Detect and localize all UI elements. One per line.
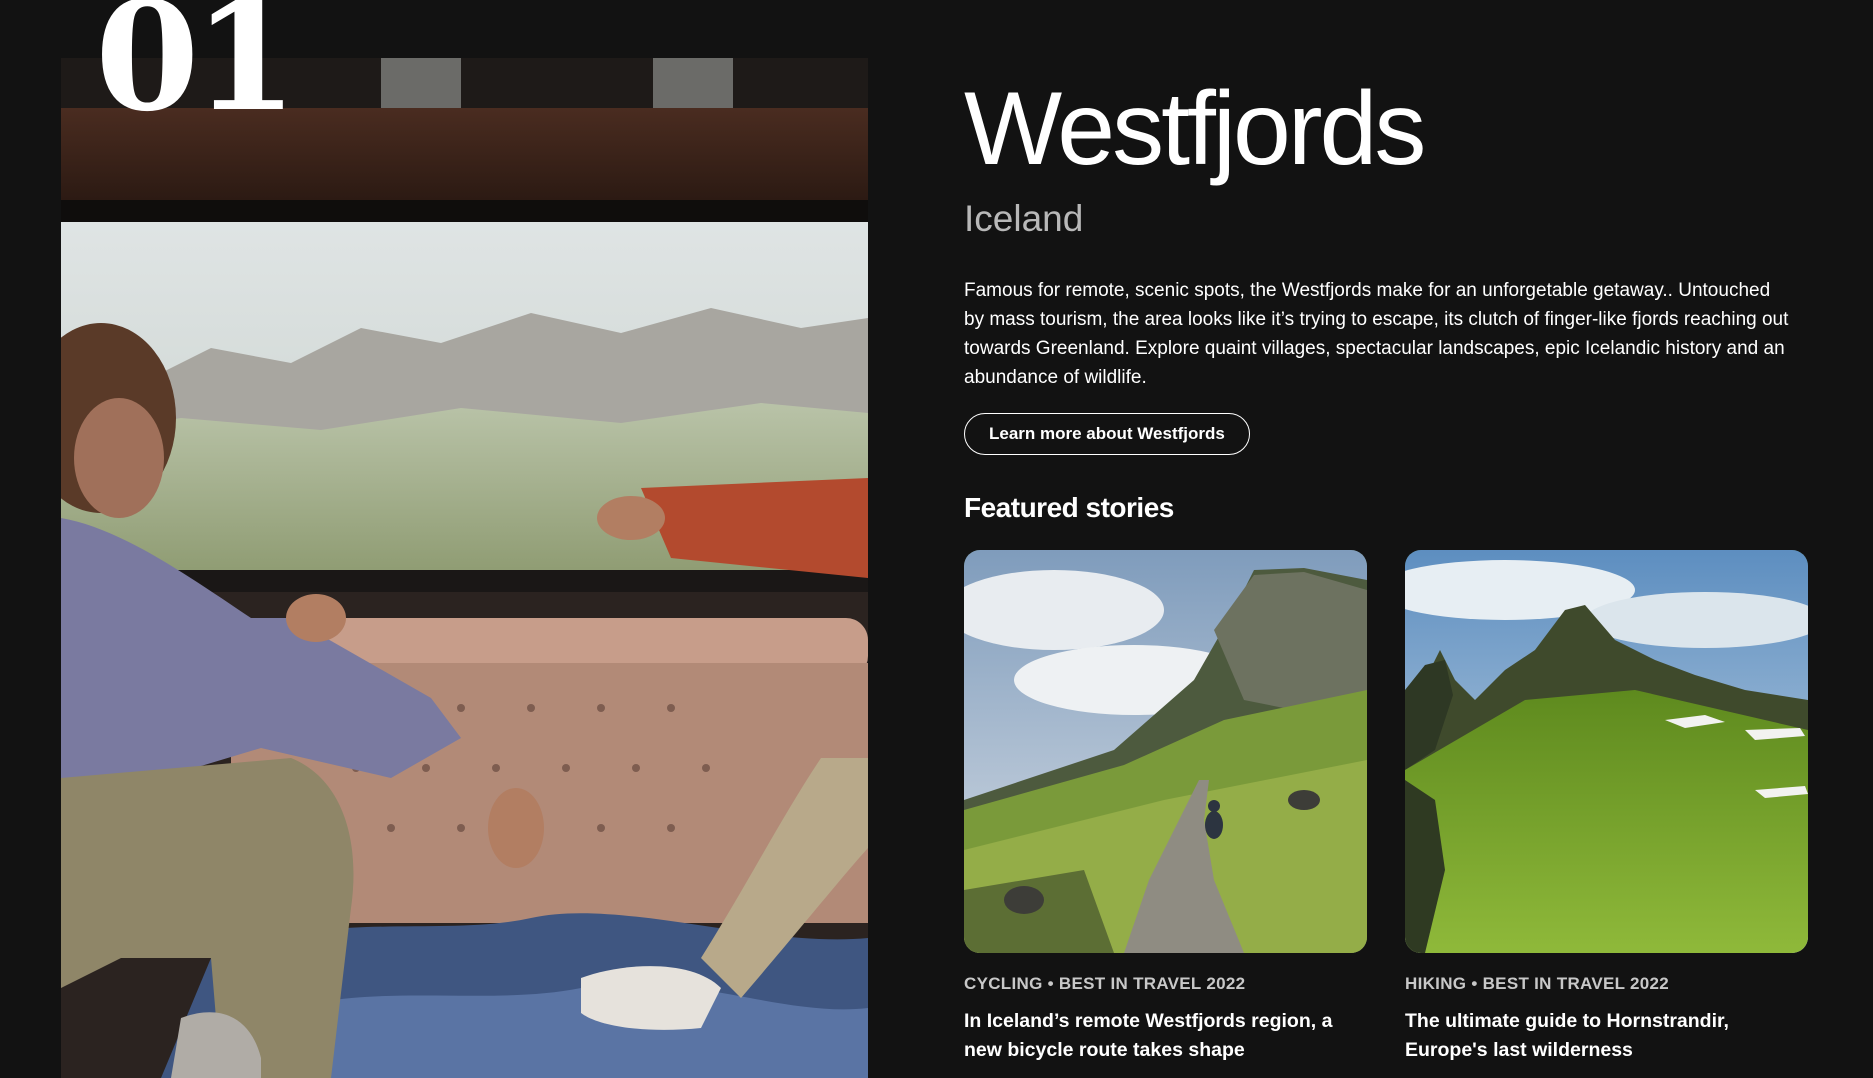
hornstrandir-mountains-photo: [1405, 550, 1808, 953]
camper-van-photo: [61, 58, 868, 1078]
hero-image: [61, 58, 868, 1078]
destination-page: 01 Westfjords Iceland Famous for remote,…: [0, 0, 1873, 1078]
story-title-link[interactable]: The ultimate guide to Hornstrandir, Euro…: [1405, 1007, 1805, 1065]
story-meta: CYCLING • BEST IN TRAVEL 2022: [964, 974, 1246, 993]
rank-number: 01: [95, 0, 298, 145]
story-card-cycling[interactable]: CYCLING • BEST IN TRAVEL 2022 In Iceland…: [964, 550, 1367, 1065]
destination-description: Famous for remote, scenic spots, the Wes…: [964, 280, 1789, 388]
destination-title: Westfjords: [964, 71, 1426, 187]
story-image-cycling[interactable]: [964, 550, 1367, 953]
destination-country: Iceland: [964, 198, 1084, 239]
story-title-link[interactable]: In Iceland’s remote Westfjords region, a…: [964, 1007, 1364, 1065]
cyclist-on-path-photo: [964, 550, 1367, 953]
story-card-hiking[interactable]: HIKING • BEST IN TRAVEL 2022 The ultimat…: [1405, 550, 1808, 1065]
learn-more-button[interactable]: Learn more about Westfjords: [964, 413, 1250, 455]
story-meta: HIKING • BEST IN TRAVEL 2022: [1405, 974, 1670, 993]
featured-stories-heading: Featured stories: [964, 492, 1174, 523]
story-image-hiking[interactable]: [1405, 550, 1808, 953]
